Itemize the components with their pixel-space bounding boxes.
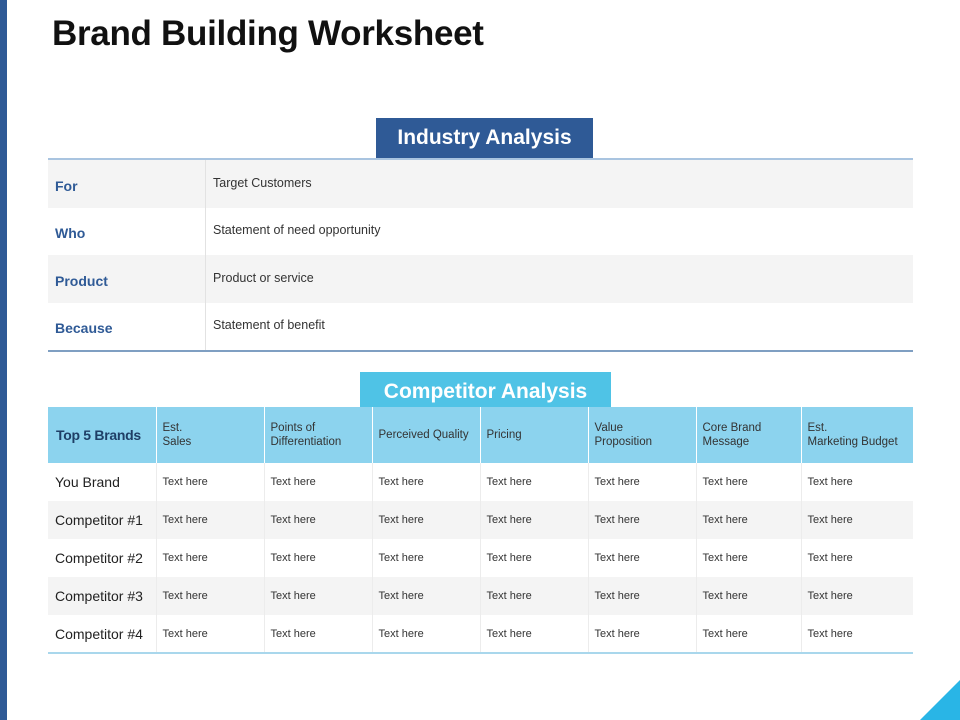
table-cell: Text here (480, 501, 589, 539)
table-cell: Text here (264, 615, 373, 653)
industry-row: For Target Customers (48, 160, 913, 208)
table-cell: Text here (696, 501, 802, 539)
table-cell: Text here (807, 476, 853, 488)
table-cell: Text here (156, 501, 265, 539)
table-cell: Text here (807, 627, 853, 640)
column-header: Core Brand Message (696, 407, 802, 463)
table-cell: Text here (372, 577, 481, 615)
page-title: Brand Building Worksheet (52, 14, 484, 53)
industry-row-value: Product or service (213, 270, 314, 285)
table-row: Competitor #4 Text here Text here Text h… (48, 615, 913, 653)
table-row: Competitor #2 Text here Text here Text h… (48, 539, 913, 577)
brand-name-cell: Competitor #1 (48, 501, 157, 539)
table-cell: Text here (372, 501, 481, 539)
table-cell: Text here (372, 615, 481, 653)
table-cell: Text here (372, 539, 481, 577)
table-row: Competitor #3 Text here Text here Text h… (48, 577, 913, 615)
industry-analysis-label: Industry Analysis (376, 118, 593, 158)
industry-row: Product Product or service (48, 255, 913, 303)
competitor-header-row: Top 5 Brands Est. Sales Points of Differ… (48, 407, 913, 463)
table-row: Competitor #1 Text here Text here Text h… (48, 501, 913, 539)
industry-row: Who Statement of need opportunity (48, 207, 913, 255)
table-cell: Text here (480, 615, 589, 653)
table-cell: Text here (588, 615, 697, 653)
column-header: Points of Differentiation (264, 407, 373, 463)
table-cell: Text here (372, 463, 481, 501)
competitor-analysis-table: Top 5 Brands Est. Sales Points of Differ… (48, 407, 913, 654)
table-cell: Text here (588, 577, 697, 615)
table-cell: Text here (801, 577, 913, 615)
competitor-analysis-label: Competitor Analysis (360, 372, 611, 412)
brand-name-cell: You Brand (48, 463, 157, 501)
brand-name-cell: Competitor #2 (48, 539, 157, 577)
table-cell: Text here (156, 577, 265, 615)
table-cell: Text here (696, 577, 802, 615)
industry-row-key: Who (48, 207, 206, 255)
column-header: Value Proposition (588, 407, 697, 463)
column-header: Top 5 Brands (48, 407, 157, 463)
column-header: Est. Marketing Budget (801, 407, 913, 463)
table-cell: Text here (264, 463, 373, 501)
table-row: You Brand Text here Text here Text here … (48, 463, 913, 501)
table-cell: Text here (588, 501, 697, 539)
table-cell: Text here (696, 615, 802, 653)
table-cell: Text here (156, 539, 265, 577)
industry-row-value: Statement of benefit (213, 318, 325, 333)
brand-name-cell: Competitor #3 (48, 577, 157, 615)
column-header: Pricing (480, 407, 589, 463)
table-cell: Text here (696, 463, 802, 501)
column-header: Est. Sales (156, 407, 265, 463)
table-cell: Text here (264, 577, 373, 615)
industry-row-key: For (48, 160, 206, 208)
industry-row-key: Product (48, 255, 206, 303)
table-cell: Text here (801, 501, 913, 539)
industry-row-value: Statement of need opportunity (213, 223, 381, 238)
left-accent-bar (0, 0, 7, 720)
column-header: Perceived Quality (372, 407, 481, 463)
industry-row: Because Statement of benefit (48, 302, 913, 350)
table-cell: Text here (480, 539, 589, 577)
table-cell: Text here (807, 552, 853, 564)
table-cell: Text here (480, 577, 589, 615)
table-cell: Text here (264, 501, 373, 539)
table-cell: Text here (156, 463, 265, 501)
industry-row-key: Because (48, 302, 206, 350)
industry-row-value: Target Customers (213, 175, 312, 190)
industry-analysis-table: For Target Customers Who Statement of ne… (48, 158, 913, 352)
table-cell: Text here (480, 463, 589, 501)
brand-name-cell: Competitor #4 (48, 615, 157, 653)
table-cell: Text here (156, 615, 265, 653)
table-cell: Text here (264, 539, 373, 577)
table-cell: Text here (588, 463, 697, 501)
table-cell: Text here (588, 539, 697, 577)
table-cell: Text here (696, 539, 802, 577)
corner-accent-triangle (920, 680, 960, 720)
